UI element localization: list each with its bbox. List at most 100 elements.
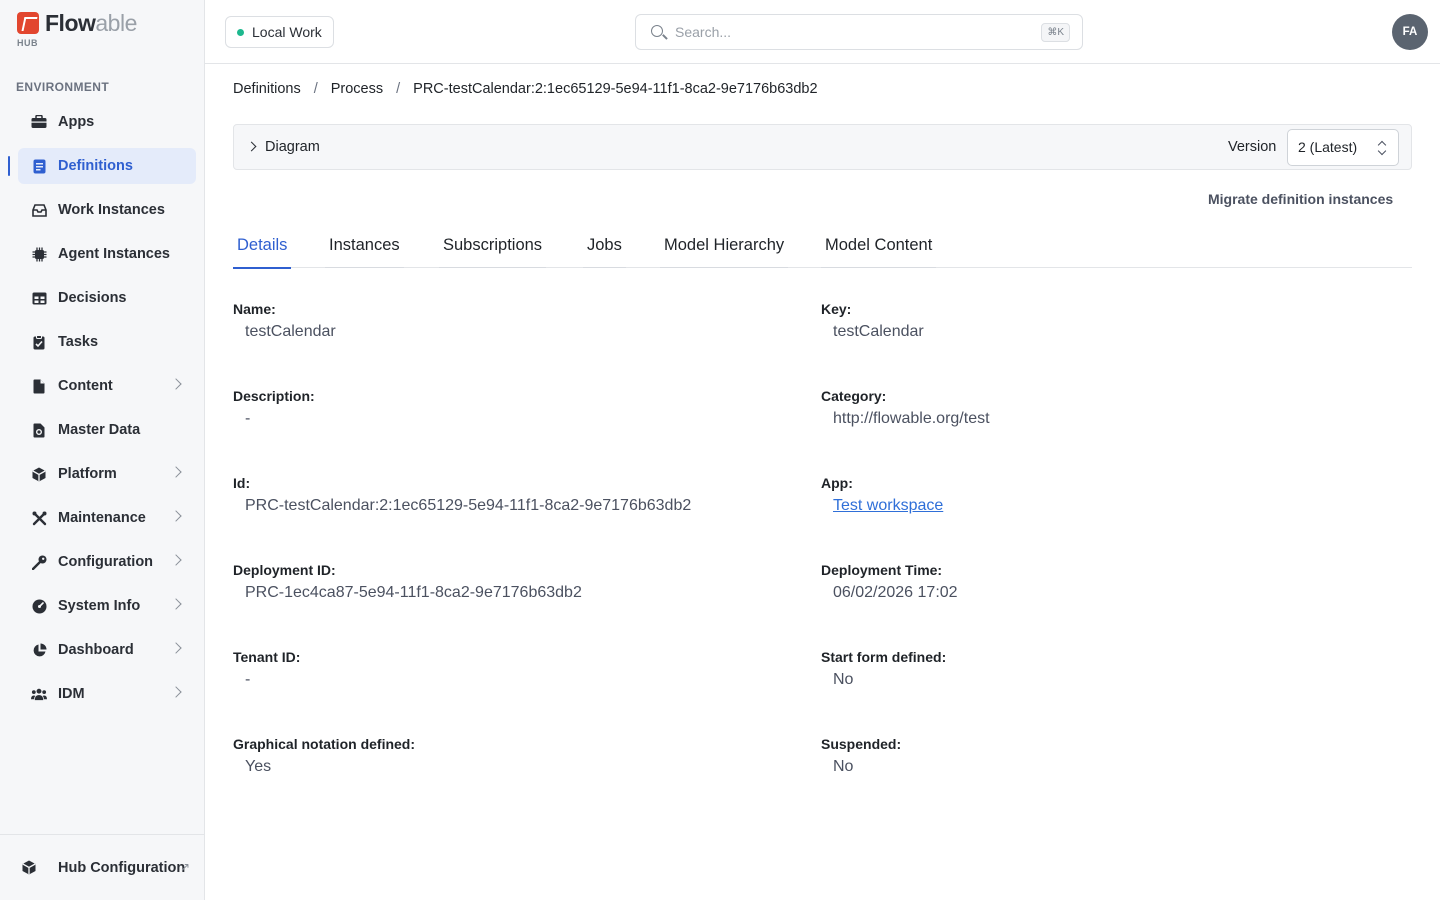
tab-model-content[interactable]: Model Content — [820, 224, 937, 268]
inbox-icon — [31, 202, 47, 218]
sidebar-item-dashboard[interactable]: Dashboard — [18, 632, 196, 668]
field-label: Category: — [821, 388, 887, 404]
tab-details[interactable]: Details — [232, 224, 292, 269]
users-icon — [31, 686, 47, 702]
sidebar-item-content[interactable]: Content — [18, 368, 196, 404]
tab-model-hierarchy[interactable]: Model Hierarchy — [659, 224, 789, 268]
breadcrumb: Definitions / Process / PRC-testCalendar:2:1… — [233, 81, 818, 97]
field-label: Deployment ID: — [233, 562, 336, 578]
workspace-label: Local Work — [252, 24, 322, 40]
field-label: Description: — [233, 388, 315, 404]
field-value: 06/02/2026 17:02 — [833, 584, 958, 601]
search-input[interactable]: Search... ⌘K — [635, 14, 1083, 50]
chevron-right-icon — [170, 686, 182, 698]
sidebar-item-maintenance[interactable]: Maintenance — [18, 500, 196, 536]
field-key: Key: testCalendar — [821, 301, 1381, 341]
version-select[interactable]: 2 (Latest) — [1287, 129, 1399, 166]
table-icon — [31, 290, 47, 306]
sidebar-item-master-data[interactable]: Master Data — [18, 412, 196, 448]
sidebar-item-label: Tasks — [58, 334, 99, 350]
select-arrows-icon — [1378, 140, 1386, 156]
chevron-right-icon — [170, 510, 182, 522]
diagram-toggle[interactable]: Diagram — [265, 139, 320, 155]
chevron-right-icon — [170, 598, 182, 610]
sidebar: Flowable HUB ENVIRONMENT Apps Definition… — [0, 0, 205, 900]
sidebar-item-agent-instances[interactable]: Agent Instances — [18, 236, 196, 272]
field-deployment-time: Deployment Time: 06/02/2026 17:02 — [821, 562, 1381, 602]
tab-subscriptions[interactable]: Subscriptions — [438, 224, 547, 268]
sidebar-item-label: Apps — [58, 114, 95, 130]
field-value: No — [833, 671, 854, 688]
sidebar-item-label: Agent Instances — [58, 246, 170, 262]
tab-bar: Details Instances Subscriptions Jobs Mod… — [232, 224, 1412, 269]
sidebar-item-decisions[interactable]: Decisions — [18, 280, 196, 316]
chevron-right-icon — [170, 642, 182, 654]
diagram-panel: Diagram Version 2 (Latest) — [233, 124, 1412, 170]
field-value: - — [245, 410, 251, 427]
field-value: No — [833, 758, 854, 775]
key-icon — [31, 554, 47, 570]
sidebar-item-idm[interactable]: IDM — [18, 676, 196, 712]
field-label: Start form defined: — [821, 649, 947, 665]
sidebar-item-label: Definitions — [58, 158, 133, 174]
sidebar-item-work-instances[interactable]: Work Instances — [18, 192, 196, 228]
field-value: http://flowable.org/test — [833, 410, 990, 427]
document-icon — [31, 158, 47, 174]
database-file-icon — [31, 422, 47, 438]
briefcase-icon — [31, 114, 47, 130]
sidebar-item-tasks[interactable]: Tasks — [18, 324, 196, 360]
sidebar-item-label: Work Instances — [58, 202, 165, 218]
sidebar-item-label: System Info — [58, 598, 141, 614]
sidebar-item-platform[interactable]: Platform — [18, 456, 196, 492]
sidebar-item-label: Decisions — [58, 290, 127, 306]
field-value: PRC-testCalendar:2:1ec65129-5e94-11f1-8c… — [245, 497, 692, 514]
search-placeholder: Search... — [675, 24, 732, 40]
logo-subtitle: HUB — [17, 38, 38, 48]
flowable-logo-icon — [17, 12, 39, 34]
sidebar-item-definitions[interactable]: Definitions — [8, 148, 196, 184]
version-value: 2 (Latest) — [1298, 139, 1358, 155]
field-label: Key: — [821, 301, 852, 317]
migrate-instances-button[interactable]: Migrate definition instances — [1208, 191, 1393, 207]
tab-jobs[interactable]: Jobs — [583, 224, 626, 268]
hub-configuration-link[interactable]: Hub Configuration ↗ — [0, 834, 204, 900]
field-value: testCalendar — [245, 323, 336, 340]
tools-icon — [31, 510, 47, 526]
breadcrumb-separator: / — [396, 81, 401, 97]
top-bar: Local Work Search... ⌘K FA — [205, 0, 1440, 64]
field-label: Suspended: — [821, 736, 902, 752]
field-value: Yes — [245, 758, 272, 775]
field-label: Id: — [233, 475, 251, 491]
breadcrumb-process[interactable]: Process — [331, 81, 383, 97]
workspace-selector[interactable]: Local Work — [225, 16, 334, 48]
sidebar-item-configuration[interactable]: Configuration — [18, 544, 196, 580]
chevron-right-icon — [170, 378, 182, 390]
breadcrumb-current: PRC-testCalendar:2:1ec65129-5e94-11f1-8c… — [413, 81, 818, 97]
version-label: Version — [1228, 139, 1277, 155]
field-start-form-defined: Start form defined: No — [821, 649, 1381, 689]
field-name: Name: testCalendar — [233, 301, 793, 341]
external-link-icon: ↗ — [179, 860, 190, 874]
sidebar-item-system-info[interactable]: System Info — [18, 588, 196, 624]
user-avatar[interactable]: FA — [1392, 14, 1428, 50]
field-deployment-id: Deployment ID: PRC-1ec4ca87-5e94-11f1-8c… — [233, 562, 793, 602]
sidebar-item-label: Maintenance — [58, 510, 146, 526]
app-link[interactable]: Test workspace — [833, 497, 1381, 515]
field-value: testCalendar — [833, 323, 924, 340]
logo-text: Flowable — [45, 10, 137, 36]
field-value: PRC-1ec4ca87-5e94-11f1-8ca2-9e7176b63db2 — [245, 584, 582, 601]
tab-instances[interactable]: Instances — [325, 224, 404, 268]
field-label: Name: — [233, 301, 276, 317]
pie-chart-icon — [31, 642, 47, 658]
sidebar-item-label: Dashboard — [58, 642, 134, 658]
sidebar-item-label: Content — [58, 378, 113, 394]
flowable-logo[interactable]: Flowable HUB — [17, 10, 147, 49]
breadcrumb-definitions[interactable]: Definitions — [233, 81, 301, 97]
sidebar-nav: Apps Definitions Work Instances Agent In… — [8, 104, 196, 720]
chevron-right-icon[interactable] — [246, 141, 257, 152]
sidebar-item-apps[interactable]: Apps — [18, 104, 196, 140]
field-label: Tenant ID: — [233, 649, 301, 665]
sidebar-item-label: Platform — [58, 466, 117, 482]
status-dot-icon — [237, 29, 244, 36]
field-app: App: Test workspace — [821, 475, 1381, 515]
